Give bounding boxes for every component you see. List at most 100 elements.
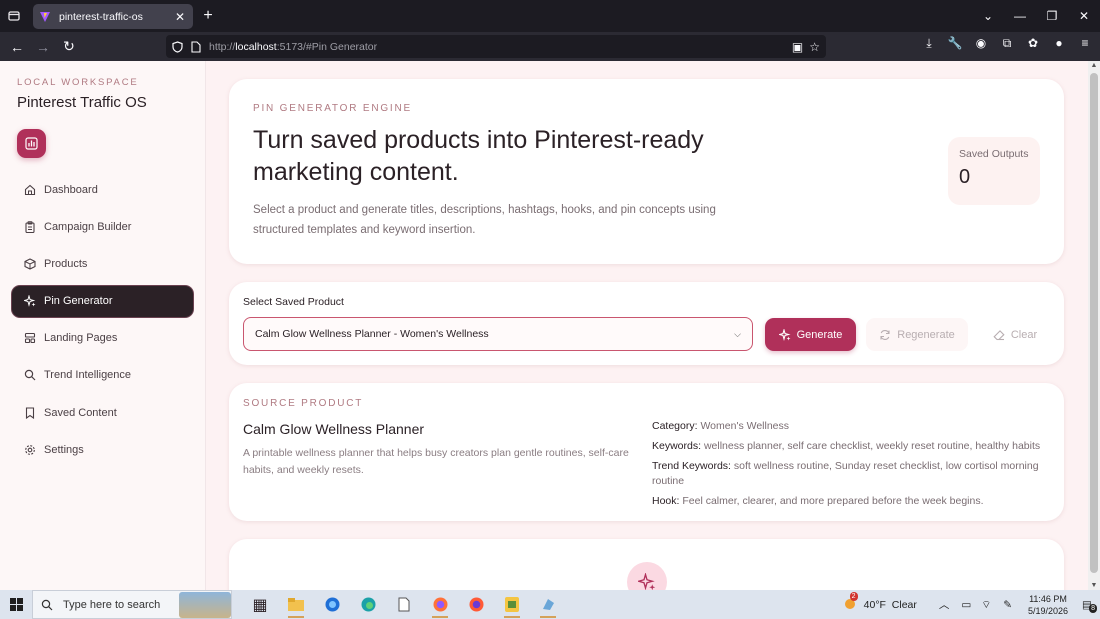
vite-favicon-icon xyxy=(40,11,50,22)
app-root: LOCAL WORKSPACE Pinterest Traffic OS Das… xyxy=(0,61,1088,590)
output-placeholder-card xyxy=(229,539,1064,590)
main-content: PIN GENERATOR ENGINE Turn saved products… xyxy=(206,61,1088,590)
edge-icon[interactable] xyxy=(350,590,386,619)
source-product-description: A printable wellness planner that helps … xyxy=(243,447,629,476)
category-row: Category: Women's Wellness xyxy=(652,420,790,432)
shield-icon[interactable] xyxy=(172,40,183,53)
clear-button[interactable]: Clear xyxy=(980,318,1050,351)
sidebar-item-landing-pages[interactable]: Landing Pages xyxy=(12,323,193,354)
reader-view-icon[interactable]: ▣ xyxy=(792,40,803,54)
clock-time: 11:46 PM xyxy=(1029,593,1067,604)
sidebar-item-settings[interactable]: Settings xyxy=(12,434,193,465)
wrench-icon[interactable]: 🔧 xyxy=(946,36,964,51)
os-taskbar: Type here to search ▦ 2 40°F Clear ︿ ▭ ⌔… xyxy=(0,590,1100,619)
sidebar-item-campaign-builder[interactable]: Campaign Builder xyxy=(12,211,193,242)
sidebar-item-label: Landing Pages xyxy=(44,332,118,345)
extensions-icon[interactable]: ⧉ xyxy=(998,36,1016,51)
browser-tab-bar: pinterest-traffic-os ✕ + ⌄ — ❐ ✕ xyxy=(0,0,1100,32)
weather-icon[interactable]: 2 xyxy=(842,592,858,613)
search-icon xyxy=(23,368,37,382)
scrollbar-thumb[interactable] xyxy=(1090,73,1098,573)
menu-icon[interactable]: ≡ xyxy=(1076,36,1094,51)
sidebar-item-label: Pin Generator xyxy=(44,295,113,308)
firefox-dev-icon[interactable] xyxy=(314,590,350,619)
network-icon[interactable]: ⌔ xyxy=(981,598,991,612)
weather-text[interactable]: 40°F Clear xyxy=(864,599,917,611)
regenerate-button[interactable]: Regenerate xyxy=(866,318,968,351)
file-explorer-icon[interactable] xyxy=(278,590,314,619)
restore-icon[interactable]: ❐ xyxy=(1036,9,1068,23)
close-tab-icon[interactable]: ✕ xyxy=(173,10,187,24)
notifications-icon[interactable]: ▤ 8 xyxy=(1074,599,1100,613)
forward-icon[interactable]: → xyxy=(30,34,56,60)
url-bar[interactable]: http://localhost:5173/#Pin Generator ▣ ☆ xyxy=(166,35,826,58)
chevron-down-icon: ⌵ xyxy=(734,328,741,339)
sidebar-item-dashboard[interactable]: Dashboard xyxy=(12,174,193,205)
tray-chevron-icon[interactable]: ︿ xyxy=(939,597,950,612)
regenerate-label: Regenerate xyxy=(897,328,955,341)
sidebar-item-products[interactable]: Products xyxy=(12,248,193,279)
layout-icon xyxy=(23,331,37,345)
notepad-icon[interactable] xyxy=(386,590,422,619)
bookmark-star-icon[interactable]: ☆ xyxy=(809,40,820,54)
app-blue-icon[interactable] xyxy=(530,590,566,619)
scroll-up-icon[interactable]: ▲ xyxy=(1088,62,1100,69)
app-yellow-icon[interactable] xyxy=(494,590,530,619)
battery-icon[interactable]: ▭ xyxy=(961,599,971,611)
close-window-icon[interactable]: ✕ xyxy=(1068,9,1100,23)
url-text[interactable]: http://localhost:5173/#Pin Generator xyxy=(209,41,377,53)
minimize-icon[interactable]: — xyxy=(1004,9,1036,23)
new-tab-icon[interactable]: + xyxy=(200,6,216,26)
clear-label: Clear xyxy=(1010,328,1038,341)
source-product-name: Calm Glow Wellness Planner xyxy=(243,421,425,437)
search-icon xyxy=(41,599,53,610)
taskbar-search[interactable]: Type here to search xyxy=(32,590,232,619)
selected-product: Calm Glow Wellness Planner - Women's Wel… xyxy=(255,328,489,340)
pen-icon[interactable]: ✎ xyxy=(1003,599,1012,611)
sidebar-nav: Dashboard Campaign Builder Products Pin … xyxy=(12,174,193,465)
tab-overflow-icon[interactable]: ⌄ xyxy=(972,9,1004,23)
weather-badge: 2 xyxy=(849,592,858,601)
page-icon[interactable] xyxy=(191,40,201,53)
sidebar-item-label: Campaign Builder xyxy=(44,220,132,233)
select-product-label: Select Saved Product xyxy=(243,296,344,308)
app-logo xyxy=(17,129,46,158)
firefox-icon-2[interactable] xyxy=(458,590,494,619)
sidebar-item-trend-intelligence[interactable]: Trend Intelligence xyxy=(12,360,193,391)
sidebar: LOCAL WORKSPACE Pinterest Traffic OS Das… xyxy=(0,61,206,590)
saved-outputs-label: Saved Outputs xyxy=(959,148,1029,160)
trend-keywords-row: Trend Keywords: soft wellness routine, S… xyxy=(652,460,1039,487)
saved-outputs-value: 0 xyxy=(959,166,971,188)
sidebar-item-pin-generator[interactable]: Pin Generator xyxy=(12,285,193,317)
keywords-row: Keywords: wellness planner, self care ch… xyxy=(652,440,1041,452)
firefox-icon[interactable] xyxy=(422,590,458,619)
workspace-title: Pinterest Traffic OS xyxy=(17,94,147,111)
sidebar-item-saved-content[interactable]: Saved Content xyxy=(12,397,193,428)
page-title: Turn saved products into Pinterest-ready… xyxy=(253,126,704,186)
generate-button[interactable]: Generate xyxy=(765,318,856,351)
bar-chart-icon xyxy=(25,137,38,150)
generate-label: Generate xyxy=(796,328,843,341)
product-select[interactable]: Calm Glow Wellness Planner - Women's Wel… xyxy=(243,317,753,351)
home-icon xyxy=(23,183,37,197)
task-view-icon[interactable]: ▦ xyxy=(242,590,278,619)
extension-badge-icon[interactable]: ✿ xyxy=(1024,36,1042,51)
sidebar-item-label: Settings xyxy=(44,443,84,456)
clock[interactable]: 11:46 PM 5/19/2026 xyxy=(1022,593,1074,617)
windows-start-icon[interactable] xyxy=(0,590,32,619)
tab-list-icon[interactable] xyxy=(0,0,28,32)
scroll-down-icon[interactable]: ▼ xyxy=(1088,582,1100,589)
account-icon[interactable]: ◉ xyxy=(972,36,990,51)
eraser-icon xyxy=(993,329,1005,340)
hero-card: PIN GENERATOR ENGINE Turn saved products… xyxy=(229,79,1064,264)
saved-outputs-stat: Saved Outputs 0 xyxy=(948,137,1040,205)
profile-icon[interactable]: ● xyxy=(1050,36,1068,51)
source-product-details: Category: Women's Wellness Keywords: wel… xyxy=(652,419,1052,514)
downloads-icon[interactable]: ⤓ xyxy=(920,36,938,51)
back-icon[interactable]: ← xyxy=(4,34,30,60)
product-selector-card: Select Saved Product Calm Glow Wellness … xyxy=(229,282,1064,365)
page-scrollbar[interactable]: ▲ ▼ xyxy=(1088,61,1100,590)
browser-tab[interactable]: pinterest-traffic-os ✕ xyxy=(33,4,193,29)
reload-icon[interactable]: ↻ xyxy=(56,34,82,60)
sidebar-item-label: Trend Intelligence xyxy=(44,369,132,382)
